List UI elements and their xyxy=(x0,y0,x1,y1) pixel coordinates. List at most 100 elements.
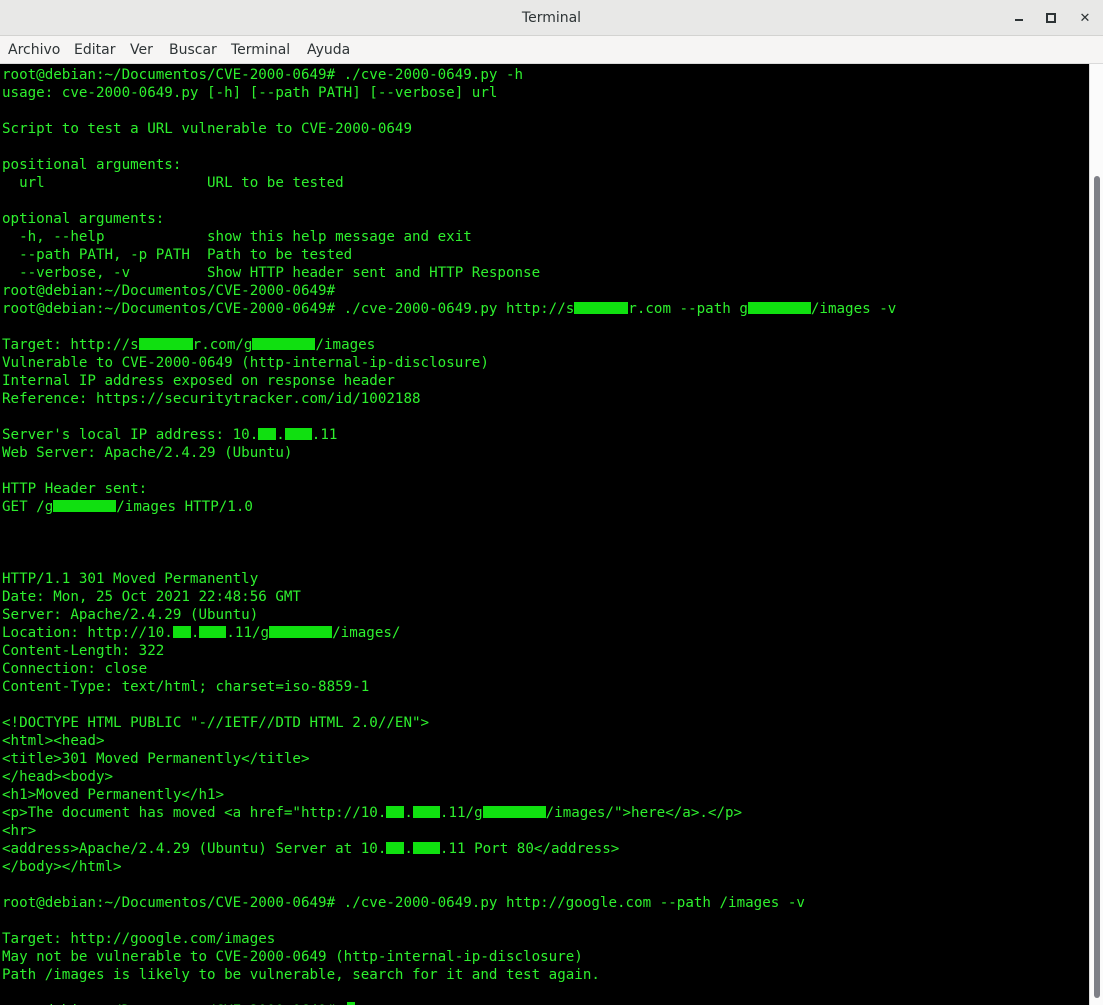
terminal-text-run: root@debian:~/Documentos/CVE-2000-0649# … xyxy=(2,301,575,317)
terminal-text-run: --path PATH, -p PATH Path to be tested xyxy=(2,247,353,263)
terminal-line: Reference: https://securitytracker.com/i… xyxy=(2,390,896,408)
terminal-text-run: r.com --path g xyxy=(628,301,748,317)
terminal-text-run: Vulnerable to CVE-2000-0649 (http-intern… xyxy=(2,355,489,371)
terminal-text-run: /images HTTP/1.0 xyxy=(116,499,253,515)
terminal-line: --verbose, -v Show HTTP header sent and … xyxy=(2,264,896,282)
redaction-block xyxy=(258,428,277,440)
terminal-line: GET /g/images HTTP/1.0 xyxy=(2,498,896,516)
minimize-button[interactable] xyxy=(1007,6,1031,30)
terminal-text-run: . xyxy=(404,841,413,857)
menu-terminal[interactable]: Terminal xyxy=(231,36,290,63)
terminal-text-run: <title>301 Moved Permanently</title> xyxy=(2,751,310,767)
terminal-text-run: Target: http://s xyxy=(2,337,139,353)
menu-ver[interactable]: Ver xyxy=(130,36,153,63)
menu-archivo[interactable]: Archivo xyxy=(8,36,60,63)
terminal-text-run: .11/g xyxy=(439,805,483,821)
terminal-line: root@debian:~/Documentos/CVE-2000-0649# xyxy=(2,282,896,300)
terminal-text-run: root@debian:~/Documentos/CVE-2000-0649# xyxy=(2,283,336,299)
terminal-output[interactable]: root@debian:~/Documentos/CVE-2000-0649# … xyxy=(0,64,1089,1005)
terminal-text-run: Date: Mon, 25 Oct 2021 22:48:56 GMT xyxy=(2,589,301,605)
terminal-text-run: </head><body> xyxy=(2,769,114,785)
redaction-block xyxy=(386,842,405,854)
terminal-line: <p>The document has moved <a href="http:… xyxy=(2,804,896,822)
menu-editar[interactable]: Editar xyxy=(74,36,115,63)
redaction-block xyxy=(284,428,312,440)
close-icon: ✕ xyxy=(1079,10,1091,26)
terminal-text-run: <html><head> xyxy=(2,733,105,749)
redaction-block xyxy=(138,338,193,350)
menu-bar: Archivo Editar Ver Buscar Terminal Ayuda xyxy=(0,36,1103,64)
maximize-button[interactable] xyxy=(1039,6,1063,30)
terminal-text-run: r.com/g xyxy=(192,337,253,353)
redaction-block xyxy=(482,806,546,818)
redaction-block xyxy=(252,338,316,350)
menu-buscar[interactable]: Buscar xyxy=(169,36,217,63)
maximize-icon xyxy=(1046,13,1056,23)
terminal-text-run: .11 xyxy=(311,427,338,443)
title-bar[interactable]: Terminal ✕ xyxy=(0,0,1103,36)
menu-ayuda[interactable]: Ayuda xyxy=(307,36,350,63)
terminal-line: positional arguments: xyxy=(2,156,896,174)
terminal-text-run: Content-Type: text/html; charset=iso-885… xyxy=(2,679,370,695)
terminal-text-run: Server: Apache/2.4.29 (Ubuntu) xyxy=(2,607,259,623)
terminal-text-run: Web Server: Apache/2.4.29 (Ubuntu) xyxy=(2,445,293,461)
redaction-block xyxy=(172,626,191,638)
terminal-text-run: -h, --help show this help message and ex… xyxy=(2,229,472,245)
terminal-line: May not be vulnerable to CVE-2000-0649 (… xyxy=(2,948,896,966)
terminal-line: HTTP Header sent: xyxy=(2,480,896,498)
terminal-line: --path PATH, -p PATH Path to be tested xyxy=(2,246,896,264)
terminal-line: <html><head> xyxy=(2,732,896,750)
terminal-text-run: /images -v xyxy=(810,301,897,317)
terminal-line: url URL to be tested xyxy=(2,174,896,192)
terminal-text-run: Reference: https://securitytracker.com/i… xyxy=(2,391,421,407)
terminal-text-run: Content-Length: 322 xyxy=(2,643,165,659)
scrollbar-thumb[interactable] xyxy=(1094,176,1100,998)
terminal-text-run: --verbose, -v Show HTTP header sent and … xyxy=(2,265,541,281)
terminal-line: Connection: close xyxy=(2,660,896,678)
redaction-block xyxy=(199,626,227,638)
redaction-block xyxy=(412,842,440,854)
terminal-line: Web Server: Apache/2.4.29 (Ubuntu) xyxy=(2,444,896,462)
terminal-line: <!DOCTYPE HTML PUBLIC "-//IETF//DTD HTML… xyxy=(2,714,896,732)
terminal-text-run: /images/ xyxy=(332,625,401,641)
terminal-line: </head><body> xyxy=(2,768,896,786)
scrollbar[interactable] xyxy=(1089,64,1103,1005)
terminal-line: Location: http://10.. .11/g/images/ xyxy=(2,624,896,642)
terminal-line: Target: http://s r.com/g/images xyxy=(2,336,896,354)
terminal-line: <hr> xyxy=(2,822,896,840)
terminal-line: Server: Apache/2.4.29 (Ubuntu) xyxy=(2,606,896,624)
window-title: Terminal xyxy=(521,10,582,26)
terminal-line: usage: cve-2000-0649.py [-h] [--path PAT… xyxy=(2,84,896,102)
close-button[interactable]: ✕ xyxy=(1073,6,1097,30)
terminal-text-run: /images xyxy=(315,337,376,353)
minimize-icon xyxy=(1015,19,1023,21)
terminal-text-run: Script to test a URL vulnerable to CVE-2… xyxy=(2,121,412,137)
terminal-text-run: Location: http://10. xyxy=(2,625,173,641)
redaction-block xyxy=(412,806,440,818)
terminal-line: </body></html> xyxy=(2,858,896,876)
terminal-text-run: <address>Apache/2.4.29 (Ubuntu) Server a… xyxy=(2,841,387,857)
terminal-line: HTTP/1.1 301 Moved Permanently xyxy=(2,570,896,588)
terminal-text-run: <h1>Moved Permanently</h1> xyxy=(2,787,225,803)
terminal-text-run: Internal IP address exposed on response … xyxy=(2,373,395,389)
terminal-line: root@debian:~/Documentos/CVE-2000-0649# … xyxy=(2,300,896,318)
terminal-text-run: . xyxy=(190,625,200,641)
terminal-text-run: /images/">here</a>.</p> xyxy=(545,805,743,821)
redaction-block xyxy=(269,626,333,638)
terminal-text-run: HTTP Header sent: xyxy=(2,481,148,497)
terminal-text-run: .11/g xyxy=(226,625,270,641)
terminal-line: Path /images is likely to be vulnerable,… xyxy=(2,966,896,984)
terminal-line: Vulnerable to CVE-2000-0649 (http-intern… xyxy=(2,354,896,372)
